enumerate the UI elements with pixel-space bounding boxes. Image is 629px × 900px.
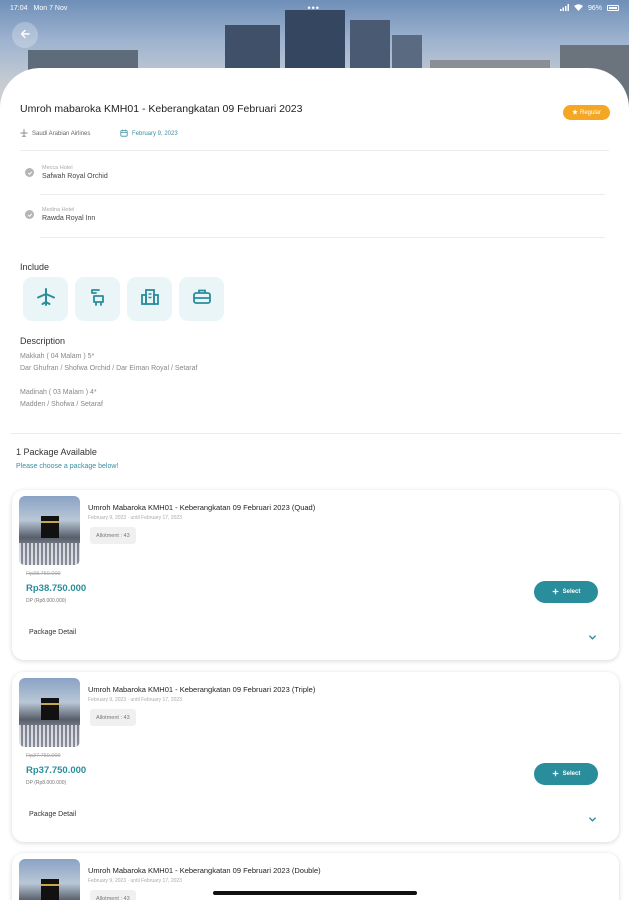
multitask-dots[interactable]: ••• (307, 3, 319, 13)
plane-icon (36, 287, 56, 312)
package-detail-toggle[interactable]: Package Detail (29, 811, 76, 818)
hotel-name: Safwah Royal Orchid (42, 173, 108, 180)
packages-hint: Please choose a package below! (16, 463, 119, 470)
luggage-icon (192, 287, 212, 312)
signal-icon (559, 3, 569, 13)
status-time: 17:04 (10, 4, 28, 12)
home-indicator[interactable] (213, 891, 417, 895)
transport-icon (88, 287, 108, 312)
package-card: Umroh Mabaroka KMH01 - Keberangkatan 09 … (12, 672, 619, 842)
chevron-down-icon[interactable] (588, 629, 597, 647)
allotment-chip: Allotment : 43 (90, 890, 136, 900)
status-date: Mon 7 Nov (33, 4, 68, 12)
down-payment: DP (Rp8.000.000) (26, 780, 67, 786)
package-dates: February 9, 2023 · until February 17, 20… (88, 878, 182, 884)
down-payment: DP (Rp8.000.000) (26, 598, 67, 604)
package-thumbnail (19, 496, 80, 565)
select-label: Select (562, 771, 581, 777)
status-bar: 17:04 Mon 7 Nov ••• 96% (0, 0, 629, 16)
include-transport (75, 277, 120, 321)
include-luggage (179, 277, 224, 321)
trip-title: Umroh mabaroka KMH01 - Keberangkatan 09 … (20, 103, 303, 115)
package-name: Umroh Mabaroka KMH01 - Keberangkatan 09 … (88, 685, 316, 694)
badge-label: Regular (579, 109, 601, 116)
package-detail-toggle[interactable]: Package Detail (29, 629, 76, 636)
description-line: Dar Ghufran / Shofwa Orchid / Dar Eiman … (20, 365, 198, 372)
package-dates: February 9, 2023 · until February 17, 20… (88, 515, 182, 521)
package-price: Rp37.750.000 (26, 765, 87, 776)
check-icon (25, 168, 34, 177)
original-price: Rp38.750.000 (26, 571, 61, 577)
select-button[interactable]: Select (534, 581, 598, 603)
package-dates: February 9, 2023 · until February 17, 20… (88, 697, 182, 703)
check-icon (25, 210, 34, 219)
battery-icon (606, 5, 619, 11)
regular-badge: Regular (563, 105, 610, 120)
allotment-chip: Allotment : 43 (90, 709, 136, 726)
package-thumbnail (19, 859, 80, 900)
departure-date: February 9, 2023 (120, 129, 178, 139)
calendar-icon (120, 129, 128, 139)
airline-info: Saudi Arabian Airlines (20, 128, 91, 139)
description-line: Madinah ( 03 Malam ) 4* (20, 389, 97, 396)
airline-name: Saudi Arabian Airlines (32, 131, 91, 137)
divider (40, 237, 605, 238)
package-thumbnail (19, 678, 80, 747)
arrow-left-icon (20, 26, 30, 44)
battery-percent: 96% (587, 4, 602, 12)
mecca-hotel: Mecca Hotel Safwah Royal Orchid (25, 165, 605, 180)
medina-hotel: Medina Hotel Rawda Royal Inn (25, 207, 605, 222)
packages-count: 1 Package Available (16, 447, 97, 457)
chevron-down-icon[interactable] (588, 811, 597, 829)
select-label: Select (562, 589, 581, 595)
include-heading: Include (20, 262, 50, 272)
hotel-name: Rawda Royal Inn (42, 215, 96, 222)
package-price: Rp38.750.000 (26, 583, 87, 594)
description-line: Madden / Shofwa / Setaraf (20, 401, 103, 408)
include-flight (23, 277, 68, 321)
section-divider (10, 433, 621, 434)
description-heading: Description (20, 336, 66, 346)
departure-date-text: February 9, 2023 (132, 131, 178, 137)
plane-small-icon (20, 128, 28, 139)
package-name: Umroh Mabaroka KMH01 - Keberangkatan 09 … (88, 866, 321, 875)
package-card: Umroh Mabaroka KMH01 - Keberangkatan 09 … (12, 490, 619, 660)
star-icon (572, 108, 578, 117)
divider (40, 194, 605, 195)
hotel-icon (140, 287, 160, 312)
include-hotel (127, 277, 172, 321)
plus-icon (552, 588, 559, 597)
hotel-label: Mecca Hotel (42, 165, 73, 171)
plus-icon (552, 770, 559, 779)
allotment-chip: Allotment : 43 (90, 527, 136, 544)
package-name: Umroh Mabaroka KMH01 - Keberangkatan 09 … (88, 503, 316, 512)
wifi-icon (573, 3, 583, 13)
hotel-label: Medina Hotel (42, 207, 75, 213)
select-button[interactable]: Select (534, 763, 598, 785)
divider (20, 150, 609, 151)
back-button[interactable] (12, 22, 38, 48)
original-price: Rp37.750.000 (26, 753, 61, 759)
description-line: Makkah ( 04 Malam ) 5* (20, 353, 95, 360)
